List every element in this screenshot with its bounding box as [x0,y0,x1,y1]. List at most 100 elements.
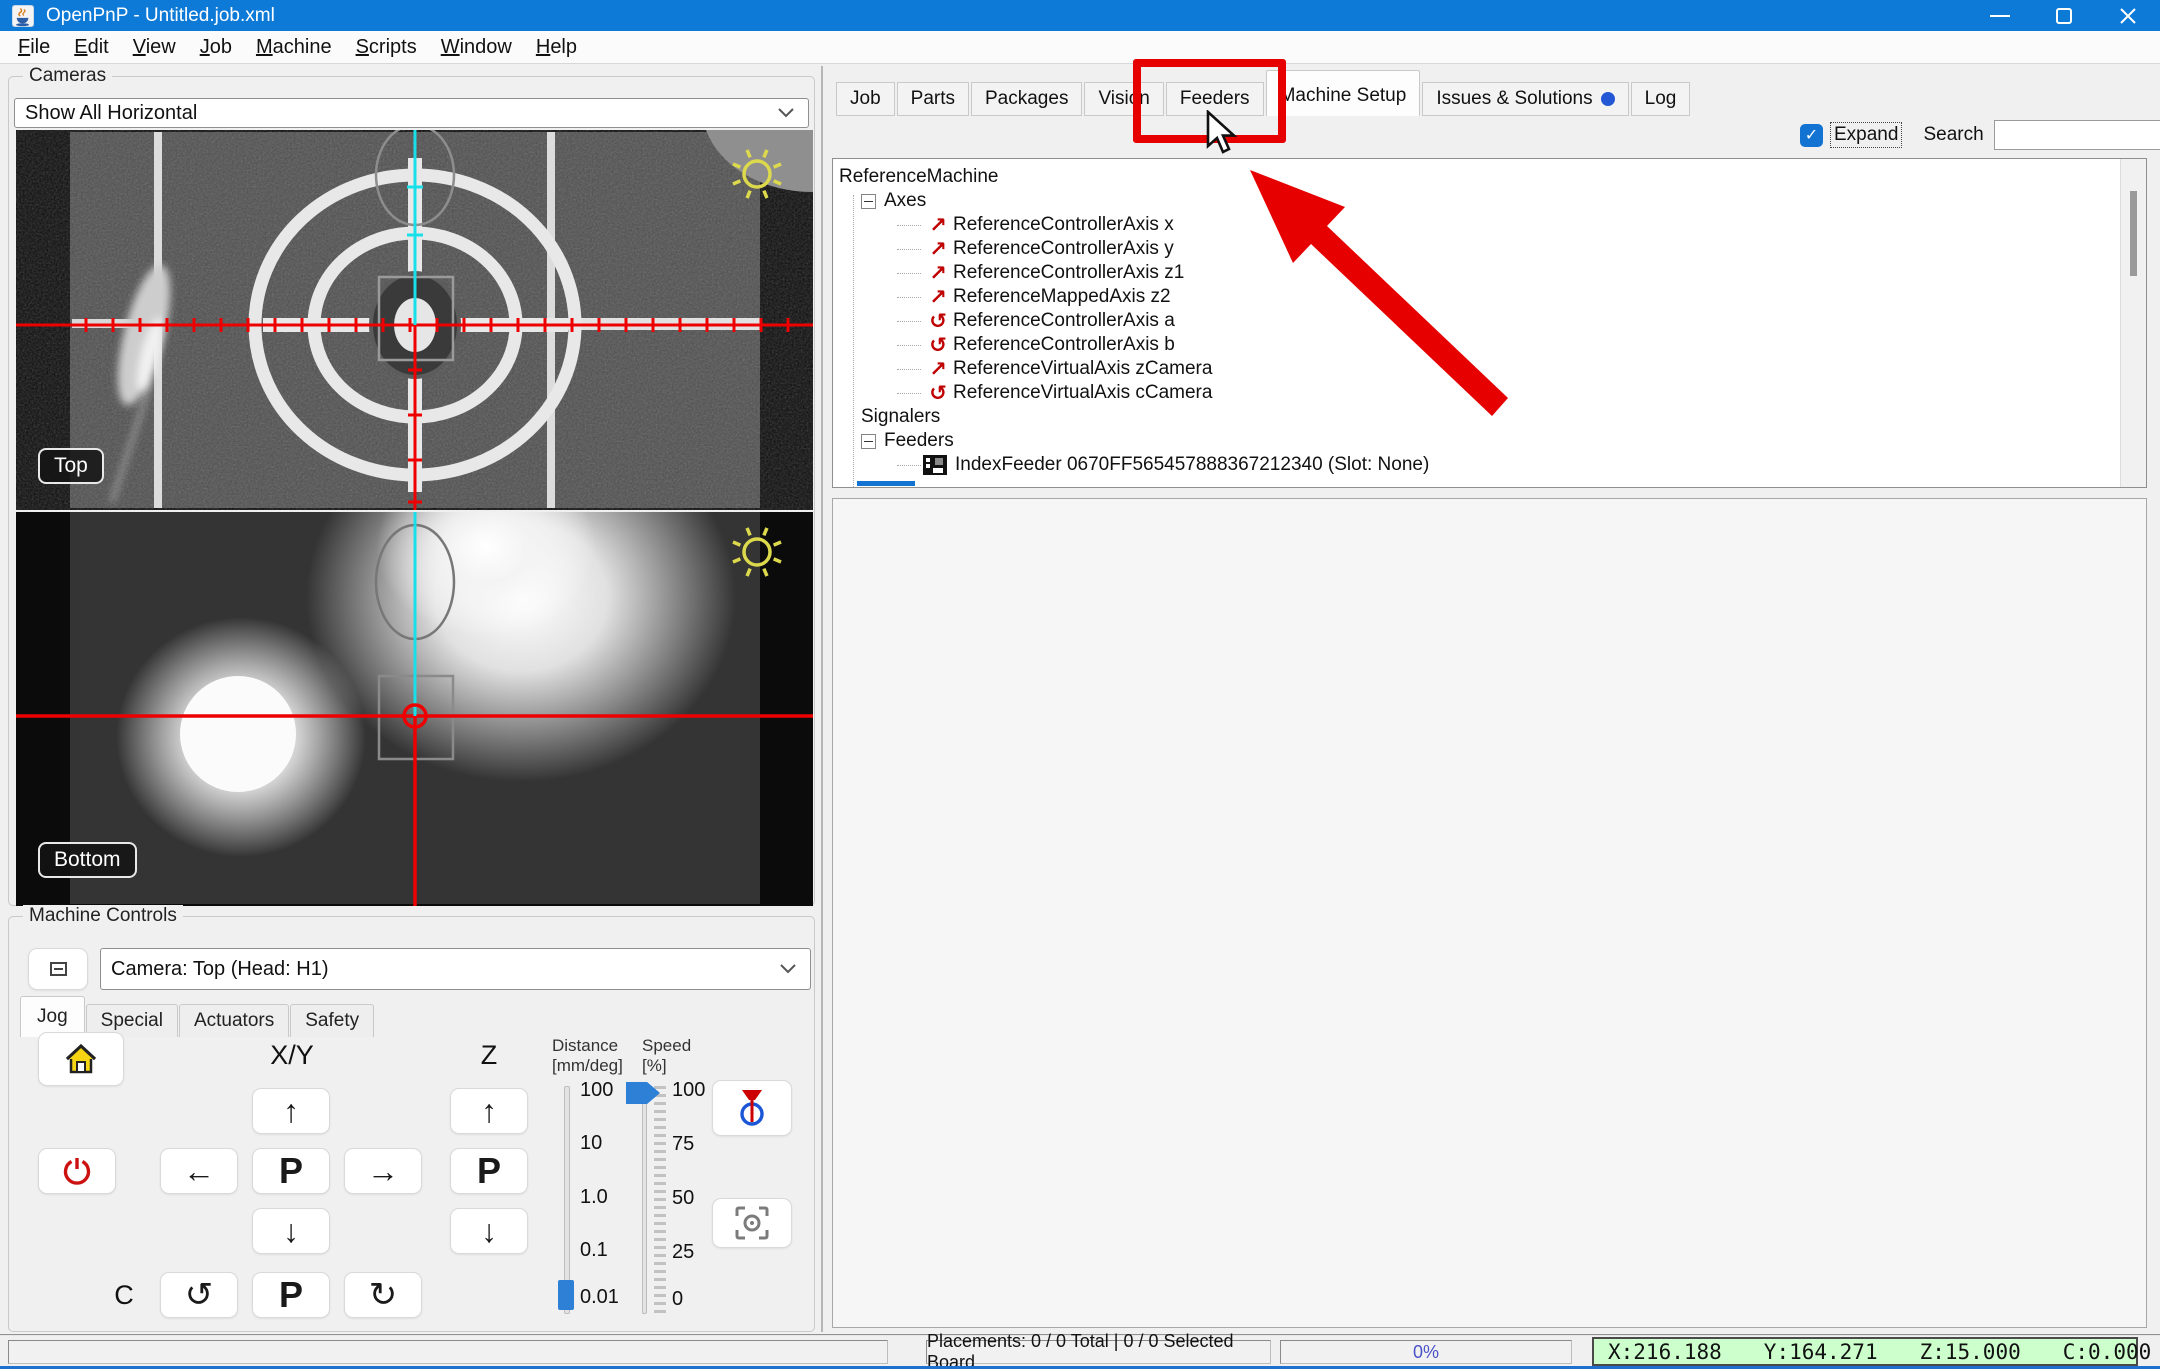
distance-tick-10: 10 [580,1132,602,1155]
chevron-down-icon [778,108,794,118]
box-minus-icon [50,962,67,976]
home-button[interactable] [38,1032,124,1086]
tree-node-label: ReferenceVirtualAxis cCamera [953,382,1212,404]
nozzle-target-icon [735,1088,769,1128]
c-axis-label: C [104,1280,144,1311]
power-icon [62,1156,92,1186]
tree-connector [897,369,921,370]
menu-item-scripts[interactable]: Scripts [344,33,429,62]
tab-machine-setup[interactable]: Machine Setup [1266,70,1421,116]
minimize-button[interactable] [1968,0,2032,31]
distance-slider-handle[interactable] [558,1280,574,1310]
tree-collapse-icon[interactable] [861,434,876,449]
expand-checkbox-label[interactable]: Expand [1831,123,1901,147]
park-z-button[interactable]: P [450,1148,528,1194]
tree-node-label: ReferenceMachine [839,166,998,188]
menu-item-help[interactable]: Help [524,33,589,62]
maximize-button[interactable] [2032,0,2096,31]
linear-axis-icon: ↗ [923,213,953,238]
jog-x-plus-button[interactable]: → [344,1148,422,1194]
bottom-camera-label: Bottom [38,842,137,878]
jog-z-minus-button[interactable]: ↓ [450,1208,528,1254]
speed-slider[interactable] [642,1086,647,1314]
jog-z-plus-button[interactable]: ↑ [450,1088,528,1134]
title-bar: OpenPnP - Untitled.job.xml [0,0,2160,31]
panel-splitter[interactable] [821,66,823,1332]
annotation-arrow [1230,150,1530,430]
close-icon [2118,6,2138,26]
tree-scrollbar-thumb[interactable] [2130,191,2137,276]
close-button[interactable] [2096,0,2160,31]
machine-controls-group-label: Machine Controls [23,905,183,927]
linear-axis-icon: ↗ [923,357,953,382]
tree-connector [897,393,921,394]
park-xy-button[interactable]: P [252,1148,330,1194]
jog-x-minus-button[interactable]: ← [160,1148,238,1194]
menu-item-window[interactable]: Window [429,33,524,62]
top-camera-view[interactable]: Top [16,130,813,510]
tab-label: Job [850,88,881,110]
tree-node-label: ReferenceMappedAxis z2 [953,286,1171,308]
jog-y-plus-button[interactable]: ↑ [252,1088,330,1134]
tree-node-feeders[interactable]: Feeders [833,429,2146,453]
tab-log[interactable]: Log [1631,82,1691,116]
rotate-ccw-icon: ↺ [185,1275,214,1315]
jog-y-minus-button[interactable]: ↓ [252,1208,330,1254]
z-axis-label: Z [450,1040,528,1071]
park-c-button[interactable]: P [252,1272,330,1318]
jog-c-ccw-button[interactable]: ↺ [160,1272,238,1318]
tree-node-indexfeeder0670ff565457888367212340[interactable]: IndexFeeder 0670FF565457888367212340 (Sl… [833,453,2146,477]
check-icon: ✓ [1805,125,1818,145]
maximize-icon [2056,8,2072,24]
tree-collapse-icon[interactable] [861,194,876,209]
jog-target-select[interactable]: Camera: Top (Head: H1) [100,948,811,990]
power-button[interactable] [38,1148,116,1194]
center-camera-button[interactable] [712,1198,792,1248]
menu-item-edit[interactable]: Edit [62,33,120,62]
menu-item-job[interactable]: Job [188,33,244,62]
tree-guide-line [853,195,854,488]
camera-view-mode-select[interactable]: Show All Horizontal [14,98,809,128]
home-icon [63,1043,99,1075]
selected-feeder-underline [857,481,915,486]
tree-node-label: ReferenceControllerAxis b [953,334,1175,356]
distance-tick-0-1: 0.1 [580,1239,608,1262]
controls-tab-safety[interactable]: Safety [290,1004,374,1037]
tab-packages[interactable]: Packages [971,82,1082,116]
search-input[interactable] [1994,120,2160,150]
jog-c-cw-button[interactable]: ↻ [344,1272,422,1318]
tree-node-label: ReferenceControllerAxis x [953,214,1174,236]
collapse-controls-button[interactable] [28,948,88,990]
park-label: P [477,1150,501,1192]
bottom-camera-view[interactable]: Bottom [16,512,813,906]
camera-view-mode-value: Show All Horizontal [25,102,197,125]
arrow-right-icon: → [367,1153,399,1190]
menu-item-view[interactable]: View [121,33,188,62]
property-panel-empty [832,498,2147,1328]
park-label: P [279,1274,303,1316]
distance-tick-0-01: 0.01 [580,1286,619,1309]
tree-node-label: ReferenceVirtualAxis zCamera [953,358,1212,380]
tab-label: Issues & Solutions [1436,88,1592,110]
arrow-left-icon: ← [183,1153,215,1190]
tab-label: Machine Setup [1280,85,1407,107]
tree-node-label: ReferenceControllerAxis y [953,238,1174,260]
tab-parts[interactable]: Parts [897,82,969,116]
tab-job[interactable]: Job [836,82,895,116]
tab-label: Packages [985,88,1068,110]
speed-tick-75: 75 [672,1133,694,1156]
menu-item-file[interactable]: File [6,33,62,62]
tree-node-label: Axes [884,190,926,212]
cameras-group-label: Cameras [23,65,112,87]
tab-issues-solutions[interactable]: Issues & Solutions [1422,82,1628,116]
controls-tab-jog[interactable]: Jog [20,996,85,1037]
controls-tab-actuators[interactable]: Actuators [179,1004,289,1037]
tree-node-label: Signalers [861,406,940,428]
linear-axis-icon: ↗ [923,285,953,310]
expand-checkbox[interactable]: ✓ [1800,124,1823,147]
arrow-up-icon: ↑ [481,1093,497,1130]
menu-item-machine[interactable]: Machine [244,33,344,62]
machine-controls-tabs: JogSpecialActuatorsSafety [20,996,375,1037]
tree-scrollbar[interactable] [2120,159,2146,487]
position-tool-button[interactable] [712,1080,792,1136]
